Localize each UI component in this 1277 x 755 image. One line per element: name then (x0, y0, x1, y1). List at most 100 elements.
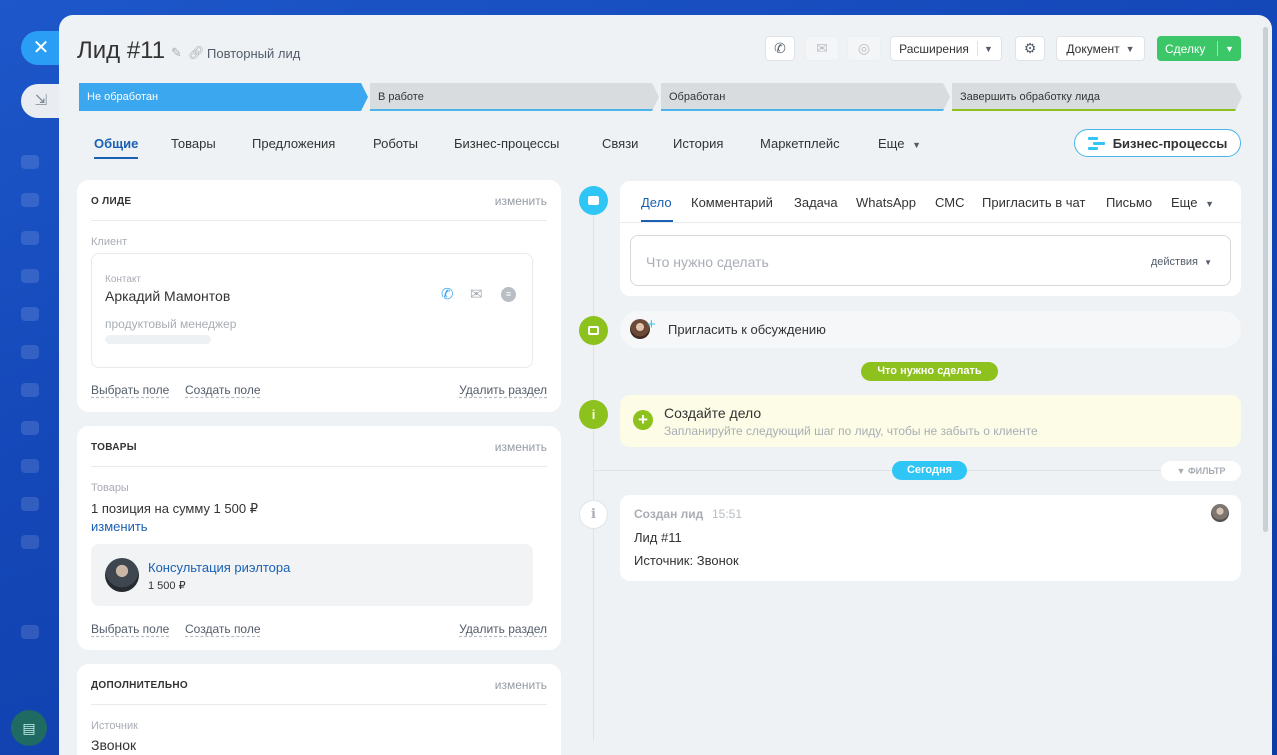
activity-tab-email[interactable]: Письмо (1106, 195, 1152, 210)
create-field-link[interactable]: Создать поле (185, 383, 261, 397)
filter-button[interactable]: ▼ ФИЛЬТР (1161, 461, 1241, 481)
activity-tab-more-label: Еще (1171, 195, 1198, 210)
sidebar-icon[interactable] (21, 231, 39, 245)
document-button[interactable]: Документ ▼ (1056, 36, 1145, 61)
client-label: Клиент (91, 236, 128, 248)
activity-tab-comment[interactable]: Комментарий (691, 195, 773, 210)
create-deal-button[interactable]: Сделку ▼ (1157, 36, 1241, 61)
activity-tab-sms[interactable]: СМС (935, 195, 964, 210)
chat-icon[interactable]: ≡ (501, 287, 516, 302)
sidebar-icon[interactable] (21, 497, 39, 511)
stage-not-processed[interactable]: Не обработан (79, 83, 368, 111)
comment-icon (579, 316, 608, 345)
close-slider-button[interactable]: ✕ (21, 31, 61, 65)
tab-more-label: Еще (878, 136, 905, 151)
minimize-icon: ⇲ (34, 92, 48, 109)
tab-more[interactable]: Еще ▼ (878, 136, 921, 151)
avatar (1211, 504, 1229, 522)
activity-tab-invite-chat[interactable]: Пригласить в чат (982, 195, 1085, 210)
phone-icon[interactable]: ✆ (441, 285, 454, 303)
stage-in-progress[interactable]: В работе (370, 83, 659, 111)
sidebar-icon[interactable] (21, 459, 39, 473)
sidebar-icon[interactable] (21, 625, 39, 639)
divider (91, 466, 547, 467)
activity-tab-whatsapp[interactable]: WhatsApp (856, 195, 916, 210)
activity-editor: Дело Комментарий Задача WhatsApp СМС При… (620, 181, 1241, 296)
extensions-label: Расширения (899, 41, 969, 56)
product-name[interactable]: Консультация риэлтора (148, 560, 290, 575)
mail-icon[interactable]: ✉ (470, 285, 483, 303)
contact-label: Контакт (105, 274, 142, 285)
deal-label: Сделку (1165, 41, 1206, 56)
select-field-link[interactable]: Выбрать поле (91, 383, 169, 397)
select-field-link[interactable]: Выбрать поле (91, 622, 169, 636)
bizproc-button[interactable]: Бизнес-процессы (1074, 129, 1241, 157)
email-button[interactable]: ✉ (805, 36, 839, 61)
sidebar-icon[interactable] (21, 383, 39, 397)
gear-icon: ⚙ (1023, 40, 1037, 56)
tab-links[interactable]: Связи (602, 136, 638, 151)
product-item: Консультация риэлтора 1 500 ₽ (91, 544, 533, 606)
products-summary: 1 позиция на сумму 1 500 ₽ (91, 501, 258, 516)
chat-icon: ◎ (857, 40, 871, 56)
sidebar-icon[interactable] (21, 421, 39, 435)
sidebar-icon[interactable] (21, 193, 39, 207)
actions-dropdown[interactable]: действия ▼ (1151, 256, 1212, 268)
create-field-link[interactable]: Создать поле (185, 622, 261, 636)
create-activity-banner[interactable]: + Создайте дело Запланируйте следующий ш… (620, 395, 1241, 447)
sidebar-icon[interactable] (21, 307, 39, 321)
add-icon[interactable]: + (633, 410, 653, 430)
delete-section-link[interactable]: Удалить раздел (459, 383, 547, 397)
activity-tab-more[interactable]: Еще ▼ (1171, 195, 1214, 210)
document-label: Документ (1066, 41, 1120, 56)
create-hint: Запланируйте следующий шаг по лиду, чтоб… (664, 424, 1038, 438)
source-label: Источник (91, 720, 138, 732)
call-button[interactable]: ✆ (765, 36, 795, 61)
sidebar-icon[interactable] (21, 269, 39, 283)
sidebar-icon[interactable] (21, 345, 39, 359)
bizproc-icon (1087, 136, 1105, 150)
about-lead-card: О ЛИДЕ изменить Клиент Контакт Аркадий М… (77, 180, 561, 412)
scrollbar[interactable] (1263, 27, 1268, 532)
tab-bizproc[interactable]: Бизнес-процессы (454, 136, 559, 151)
activity-icon (579, 186, 608, 215)
activity-tab-todo[interactable]: Дело (641, 195, 672, 210)
todo-input[interactable]: Что нужно сделать действия ▼ (630, 235, 1231, 286)
sidebar-icon[interactable] (21, 535, 39, 549)
tab-products[interactable]: Товары (171, 136, 216, 151)
change-products-link[interactable]: изменить (91, 519, 148, 534)
pencil-icon[interactable]: ✎ (171, 45, 182, 61)
divider (976, 41, 978, 56)
link-icon[interactable]: 🔗︎ (188, 45, 205, 61)
app-sidebar: ✕ ⇲ ▤ (0, 0, 61, 755)
contact-name[interactable]: Аркадий Мамонтов (105, 288, 230, 304)
settings-button[interactable]: ⚙ (1015, 36, 1045, 61)
info-icon: i (579, 400, 608, 429)
edit-link[interactable]: изменить (495, 194, 547, 208)
invite-discussion[interactable]: + Пригласить к обсуждению (620, 311, 1241, 348)
sidebar-icon[interactable] (21, 155, 39, 169)
chat-button[interactable]: ◎ (847, 36, 881, 61)
lead-created-event: Создан лид 15:51 Лид #11 Источник: Звоно… (620, 495, 1241, 581)
products-card: ТОВАРЫ изменить Товары 1 позиция на сумм… (77, 426, 561, 650)
extensions-button[interactable]: Расширения ▼ (890, 36, 1002, 61)
tab-offers[interactable]: Предложения (252, 136, 335, 151)
activity-tab-task[interactable]: Задача (794, 195, 838, 210)
invite-label: Пригласить к обсуждению (668, 322, 826, 337)
edit-link[interactable]: изменить (495, 678, 547, 692)
tab-general[interactable]: Общие (94, 136, 138, 151)
tab-history[interactable]: История (673, 136, 723, 151)
card-heading: ТОВАРЫ (91, 442, 137, 453)
chevron-down-icon[interactable]: ▼ (1218, 44, 1241, 54)
stage-processed[interactable]: Обработан (661, 83, 950, 111)
tab-robots[interactable]: Роботы (373, 136, 418, 151)
card-heading: ДОПОЛНИТЕЛЬНО (91, 680, 188, 691)
timeline-line (593, 201, 594, 741)
edit-link[interactable]: изменить (495, 440, 547, 454)
event-line: Источник: Звонок (634, 553, 739, 568)
tab-marketplace[interactable]: Маркетплейс (760, 136, 840, 151)
minimize-slider-button[interactable]: ⇲ (21, 84, 61, 118)
printer-icon[interactable]: ▤ (11, 710, 47, 746)
stage-finish[interactable]: Завершить обработку лида (952, 83, 1242, 111)
delete-section-link[interactable]: Удалить раздел (459, 622, 547, 636)
